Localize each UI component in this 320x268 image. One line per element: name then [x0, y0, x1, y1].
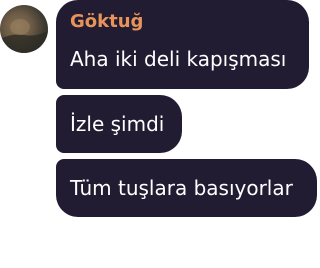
message-text: Tüm tuşlara basıyorlar	[70, 176, 293, 200]
message-text: İzle şimdi	[70, 112, 165, 136]
message-bubble[interactable]: İzle şimdi	[56, 95, 182, 153]
message-bubble[interactable]: Tüm tuşlara basıyorlar	[56, 159, 317, 217]
sender-name[interactable]: Göktuğ	[70, 11, 143, 33]
message-text: Aha iki deli kapışması	[70, 47, 287, 71]
avatar[interactable]	[0, 5, 48, 53]
message-bubble[interactable]: Göktuğ Aha iki deli kapışması	[56, 0, 309, 89]
avatar-photo	[0, 19, 48, 53]
